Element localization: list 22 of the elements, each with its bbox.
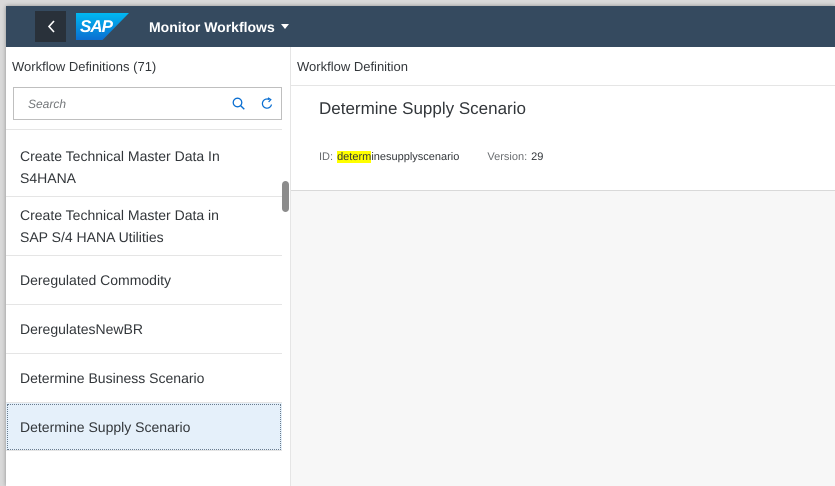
version-label: Version: (487, 151, 528, 163)
refresh-icon[interactable] (261, 97, 273, 110)
list-item[interactable]: Create Technical Master Data In S4HANA (6, 138, 282, 197)
definition-heading: Determine Supply Scenario (319, 99, 527, 119)
pane-title: Workflow Definition (291, 47, 835, 86)
list-title: Workflow Definitions (71) (11, 58, 158, 76)
version-value: 29 (531, 151, 544, 163)
list-item[interactable]: Determine Supply Scenario (6, 403, 282, 451)
search-field[interactable]: Search (13, 87, 282, 120)
scrollbar-thumb[interactable] (282, 181, 289, 212)
back-icon (46, 20, 54, 33)
list-item[interactable]: Deregulated Commodity (6, 256, 282, 305)
list-item[interactable]: Create Technical Master Data in SAP S/4 HANA Utilities (6, 197, 282, 256)
list-item[interactable]: Determine Business Scenario (6, 354, 282, 403)
list-item[interactable]: DeregulatesNewBR (6, 305, 282, 354)
back-button[interactable] (35, 11, 66, 42)
app-title-menu[interactable]: Monitor Workflows (149, 18, 289, 34)
search-icon[interactable] (232, 97, 245, 110)
id-label: ID: (319, 151, 334, 163)
caret-icon (280, 24, 289, 29)
id-value: determinesupplyscenario (337, 151, 460, 163)
logo: SAP (76, 13, 129, 40)
